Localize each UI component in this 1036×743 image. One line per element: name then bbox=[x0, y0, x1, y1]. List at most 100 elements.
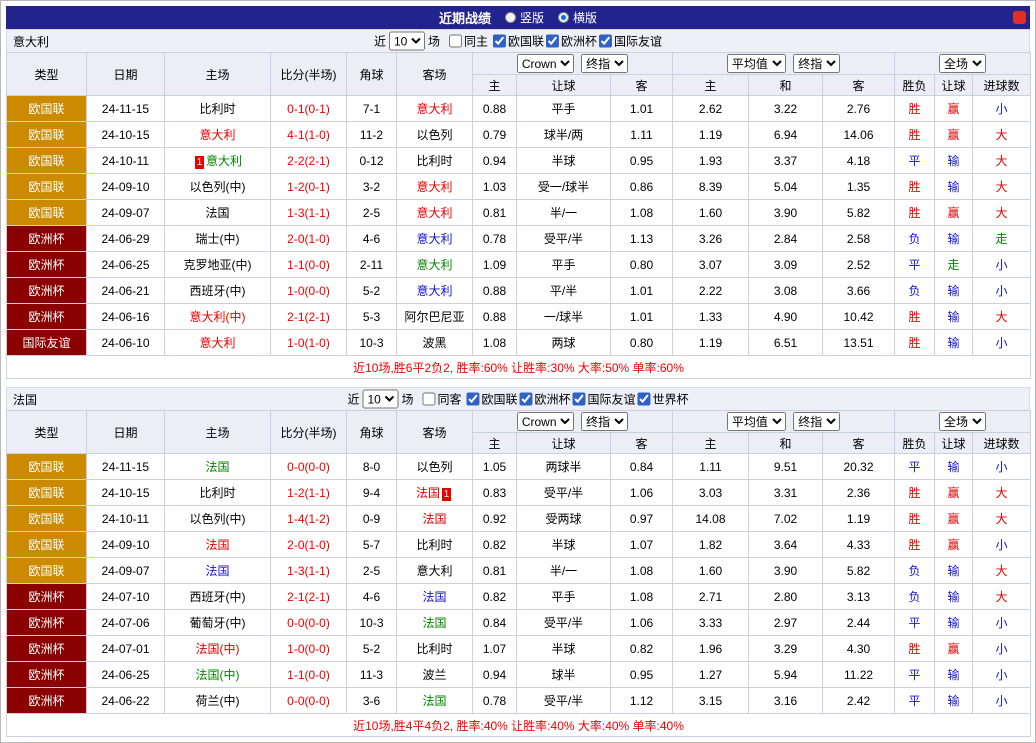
team-label: 荷兰(中) bbox=[196, 694, 240, 708]
same-venue-filter[interactable]: 同主 bbox=[447, 33, 488, 50]
same-venue-checkbox[interactable] bbox=[422, 393, 435, 406]
avg-draw: 5.04 bbox=[749, 174, 823, 200]
layout-option-horizontal[interactable]: 横版 bbox=[558, 9, 597, 26]
competition-badge: 欧国联 bbox=[7, 454, 87, 480]
final-index-select[interactable]: 终指 bbox=[581, 412, 628, 431]
home-team: 比利时 bbox=[165, 96, 271, 122]
topbar-right-icon[interactable] bbox=[1013, 11, 1026, 24]
bookmaker-select[interactable]: Crown bbox=[517, 412, 574, 431]
home-team: 法国 bbox=[165, 454, 271, 480]
subheader-odds-away: 客 bbox=[611, 433, 673, 454]
home-team: 法国(中) bbox=[165, 636, 271, 662]
avg-home: 1.93 bbox=[673, 148, 749, 174]
bookmaker-select[interactable]: Crown bbox=[517, 54, 574, 73]
odds-away: 1.13 bbox=[611, 226, 673, 252]
match-row: 欧国联 24-09-10 法国 2-0(1-0) 5-7 比利时 0.82 半球… bbox=[7, 532, 1031, 558]
odds-home: 0.79 bbox=[473, 122, 517, 148]
avg-away: 3.66 bbox=[823, 278, 895, 304]
avg-draw: 3.09 bbox=[749, 252, 823, 278]
result-handicap: 输 bbox=[935, 278, 973, 304]
competition-checkbox[interactable] bbox=[493, 35, 506, 48]
fulltime-select[interactable]: 全场 bbox=[939, 412, 986, 431]
section-header: 法国 近 10 场 同客 欧国联欧洲杯国际友谊世界杯 bbox=[6, 387, 1030, 410]
away-team: 比利时 bbox=[397, 148, 473, 174]
team-name: 法国 bbox=[13, 391, 37, 408]
match-row: 欧国联 24-11-15 比利时 0-1(0-1) 7-1 意大利 0.88 平… bbox=[7, 96, 1031, 122]
home-team: 西班牙(中) bbox=[165, 584, 271, 610]
section-france: 法国 近 10 场 同客 欧国联欧洲杯国际友谊世界杯 类型 bbox=[6, 387, 1030, 737]
summary-row: 近10场,胜4平4负2, 胜率:40% 让胜率:40% 大率:40% 单率:40… bbox=[7, 714, 1031, 737]
layout-option-vertical[interactable]: 竖版 bbox=[505, 9, 544, 26]
avg-away: 2.42 bbox=[823, 688, 895, 714]
corner-score: 2-5 bbox=[347, 200, 397, 226]
competition-checkbox[interactable] bbox=[638, 393, 651, 406]
match-date: 24-11-15 bbox=[87, 96, 165, 122]
result-handicap: 输 bbox=[935, 688, 973, 714]
competition-filter[interactable]: 欧国联 bbox=[464, 391, 517, 408]
match-score: 2-0(1-0) bbox=[271, 532, 347, 558]
competition-checkbox[interactable] bbox=[599, 35, 612, 48]
same-venue-filter[interactable]: 同客 bbox=[420, 391, 461, 408]
avg-home: 1.82 bbox=[673, 532, 749, 558]
odds-away: 0.97 bbox=[611, 506, 673, 532]
team-label: 波黑 bbox=[422, 336, 446, 350]
average-select[interactable]: 平均值 bbox=[727, 412, 786, 431]
competition-filter[interactable]: 世界杯 bbox=[636, 391, 689, 408]
match-date: 24-10-11 bbox=[87, 148, 165, 174]
team-label: 比利时 bbox=[416, 642, 452, 656]
competition-filter[interactable]: 国际友谊 bbox=[597, 33, 662, 50]
match-count-select[interactable]: 10 bbox=[362, 390, 398, 409]
match-score: 1-1(0-0) bbox=[271, 662, 347, 688]
result-winlose: 胜 bbox=[895, 636, 935, 662]
average-select[interactable]: 平均值 bbox=[727, 54, 786, 73]
competition-checkbox[interactable] bbox=[573, 393, 586, 406]
odds-home: 0.82 bbox=[473, 532, 517, 558]
team-label: 法国 bbox=[422, 590, 446, 604]
competition-checkbox[interactable] bbox=[466, 393, 479, 406]
team-label: 以色列 bbox=[416, 128, 452, 142]
competition-checkbox[interactable] bbox=[520, 393, 533, 406]
match-row: 欧洲杯 24-07-06 葡萄牙(中) 0-0(0-0) 10-3 法国 0.8… bbox=[7, 610, 1031, 636]
competition-filter[interactable]: 欧洲杯 bbox=[518, 391, 571, 408]
odds-away: 1.06 bbox=[611, 480, 673, 506]
odds-handicap: 平手 bbox=[517, 96, 611, 122]
fulltime-select[interactable]: 全场 bbox=[939, 54, 986, 73]
away-team: 法国 bbox=[397, 506, 473, 532]
odds-home: 0.88 bbox=[473, 96, 517, 122]
col-header-away: 客场 bbox=[397, 53, 473, 96]
match-row: 欧国联 24-10-11 1意大利 2-2(2-1) 0-12 比利时 0.94… bbox=[7, 148, 1031, 174]
competition-filter[interactable]: 欧洲杯 bbox=[544, 33, 597, 50]
away-team: 法国 bbox=[397, 584, 473, 610]
match-date: 24-09-07 bbox=[87, 558, 165, 584]
match-row: 欧国联 24-10-15 比利时 1-2(1-1) 9-4 法国1 0.83 受… bbox=[7, 480, 1031, 506]
competition-checkbox[interactable] bbox=[546, 35, 559, 48]
competition-badge: 欧国联 bbox=[7, 532, 87, 558]
avg-away: 2.76 bbox=[823, 96, 895, 122]
odds-handicap: 受平/半 bbox=[517, 688, 611, 714]
final-index-select[interactable]: 终指 bbox=[581, 54, 628, 73]
avg-home: 1.27 bbox=[673, 662, 749, 688]
match-row: 欧洲杯 24-06-25 克罗地亚(中) 1-1(0-0) 2-11 意大利 1… bbox=[7, 252, 1031, 278]
result-winlose: 胜 bbox=[895, 174, 935, 200]
final-index-select[interactable]: 终指 bbox=[793, 412, 840, 431]
team-label: 比利时 bbox=[199, 486, 235, 500]
match-count-select[interactable]: 10 bbox=[389, 32, 425, 51]
competition-filter[interactable]: 国际友谊 bbox=[571, 391, 636, 408]
final-index-select[interactable]: 终指 bbox=[793, 54, 840, 73]
home-team: 法国 bbox=[165, 200, 271, 226]
near-label: 近 bbox=[347, 391, 359, 408]
red-card-badge: 1 bbox=[442, 488, 451, 501]
same-venue-checkbox[interactable] bbox=[449, 35, 462, 48]
competition-filter[interactable]: 欧国联 bbox=[491, 33, 544, 50]
competition-label: 国际友谊 bbox=[588, 391, 636, 408]
team-label: 法国 bbox=[422, 616, 446, 630]
odds-handicap: 平手 bbox=[517, 252, 611, 278]
avg-home: 1.19 bbox=[673, 122, 749, 148]
odds-handicap: 受平/半 bbox=[517, 480, 611, 506]
match-date: 24-09-10 bbox=[87, 532, 165, 558]
corner-score: 5-2 bbox=[347, 636, 397, 662]
radio-icon bbox=[505, 12, 516, 23]
odds-away: 1.08 bbox=[611, 584, 673, 610]
result-goals: 小 bbox=[973, 454, 1031, 480]
odds-home: 0.88 bbox=[473, 304, 517, 330]
